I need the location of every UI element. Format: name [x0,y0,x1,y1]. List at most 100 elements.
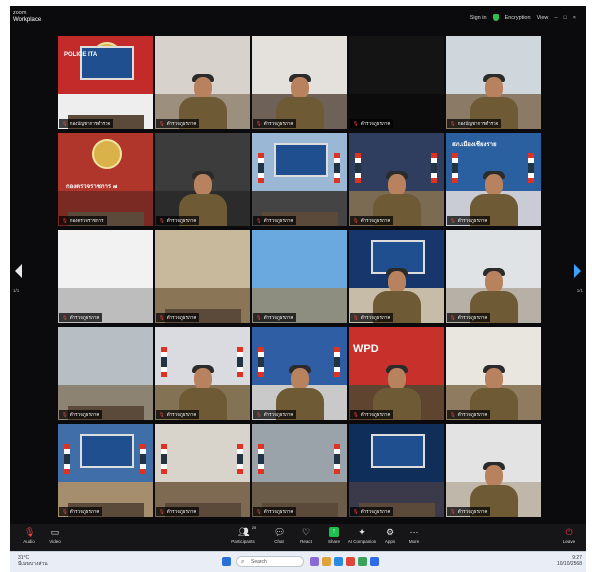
participant-video-tile[interactable]: 🎙︎ ตำรวจภูธรภาค [58,230,153,323]
close-button[interactable]: × [573,15,576,21]
share-label: Share [327,539,340,544]
participant-video-tile[interactable]: 🎙︎ ตำรวจภูธรภาค [349,230,444,323]
weather-description: มีเมฆบางส่วน [18,561,48,567]
zoom-window: zoom Workplace Sign in Encryption View –… [10,6,586,551]
participants-label: Participants [231,539,255,544]
video-camera-icon: ▭ [50,527,60,537]
encryption-label[interactable]: Encryption [505,15,531,21]
participant-name-label: 🎙︎ ตำรวจภูธรภาค [253,410,297,419]
sign-in-link[interactable]: Sign in [470,15,487,21]
participant-name: ตำรวจภูธรภาค [166,509,197,514]
participant-video-tile[interactable]: 🎙︎ ตำรวจภูธรภาค [155,424,250,517]
chat-button[interactable]: 💬︎ Chat [264,527,294,544]
audio-label: Audio [23,539,35,544]
participant-name: ตำรวจภูธรภาค [166,218,197,223]
muted-microphone-icon: 🎙︎ [159,315,165,320]
file-explorer-icon[interactable] [322,557,331,566]
encryption-shield-icon[interactable] [492,14,499,21]
participant-video-tile[interactable]: สภ.เมืองเชียงราย 🎙︎ ตำรวจภูธรภาค [446,133,541,226]
participant-video-tile[interactable]: 🎙︎ ตำรวจภูธรภาค [252,424,347,517]
task-view-icon[interactable] [310,557,319,566]
participant-name: กองตรวจราชการ [69,218,104,223]
participant-name: ตำรวจภูธรภาค [166,315,197,320]
participant-video-tile[interactable]: 🎙︎ ตำรวจภูธรภาค [155,133,250,226]
participant-video-tile[interactable]: 🎙︎ ตำรวจภูธรภาค [58,327,153,420]
muted-microphone-icon: 🎙︎ [159,412,165,417]
apps-label: Apps [384,539,396,544]
participant-name-label: 🎙︎ ตำรวจภูธรภาค [59,507,103,516]
thai-flag-icon [528,153,534,183]
more-options-icon: ⋯ [409,527,419,537]
participant-video-tile[interactable]: 🎙︎ ตำรวจภูธรภาค [349,36,444,129]
participant-video-tile[interactable]: 🎙︎ ตำรวจภูธรภาค [349,424,444,517]
leave-button[interactable]: ⏻ Leave [554,527,584,544]
participant-name: ตำรวจภูธรภาค [69,315,100,320]
participant-video-tile[interactable]: 🎙︎ กองบัญชาการตำรวจ [446,36,541,129]
participant-name-label: 🎙︎ ตำรวจภูธรภาค [447,313,491,322]
participant-video-tile[interactable]: 🎙︎ ตำรวจภูธรภาค [252,36,347,129]
muted-microphone-icon: 🎙︎ [450,218,456,223]
participant-name: ตำรวจภูธรภาค [457,218,488,223]
participant-video-tile[interactable]: 🎙︎ ตำรวจภูธรภาค [155,230,250,323]
react-button[interactable]: ♡ React [291,527,321,544]
previous-page-arrow-icon[interactable] [15,264,22,278]
leave-icon: ⏻ [565,527,573,537]
chrome-browser-icon[interactable] [346,557,355,566]
line-app-icon[interactable] [358,557,367,566]
participant-video-tile[interactable]: 🎙︎ ตำรวจภูธรภาค [446,424,541,517]
participant-video-tile[interactable]: 🎙︎ ตำรวจภูธรภาค [446,230,541,323]
participant-name-label: 🎙︎ ตำรวจภูธรภาค [350,410,394,419]
leave-label: Leave [562,539,576,544]
edge-browser-icon[interactable] [334,557,343,566]
thai-flag-icon [334,347,340,377]
video-gallery-grid: POLICE ITA 🎙︎ กองบัญชาการตำรวจ 🎙︎ ตำรวจภูธรภ… [58,36,544,518]
muted-microphone-icon: 🎙︎ [353,509,359,514]
participant-name-label: 🎙︎ ตำรวจภูธรภาค [350,216,394,225]
view-button[interactable]: View [537,15,549,21]
minimize-button[interactable]: – [554,15,557,21]
participant-name: ตำรวจภูธรภาค [263,412,294,417]
participant-video-tile[interactable]: 🎙︎ ตำรวจภูธรภาค [252,230,347,323]
wall-screen [80,434,134,468]
participant-video-tile[interactable]: 🎙︎ ตำรวจภูธรภาค [252,327,347,420]
muted-microphone-icon: 🎙︎ [353,218,359,223]
chat-label: Chat [274,539,284,544]
participant-video-tile[interactable]: 🎙︎ ตำรวจภูธรภาค [252,133,347,226]
thai-flag-icon [334,153,340,183]
muted-microphone-icon: 🎙︎ [159,121,165,126]
start-windows-icon[interactable] [222,557,231,566]
thai-flag-icon [237,444,243,474]
taskbar-search-box[interactable]: ⌕ Search [236,556,304,567]
participant-name-label: 🎙︎ ตำรวจภูธรภาค [350,119,394,128]
app-title-line2: Workplace [13,17,42,23]
participant-video-tile[interactable]: POLICE ITA 🎙︎ กองบัญชาการตำรวจ [58,36,153,129]
muted-microphone-icon: 🎙︎ [159,218,165,223]
participant-video-tile[interactable]: 🎙︎ ตำรวจภูธรภาค [58,424,153,517]
previous-page-label: 1/1 [13,288,20,293]
thai-flag-icon [258,347,264,377]
participant-video-tile[interactable]: 🎙︎ ตำรวจภูธรภาค [155,327,250,420]
maximize-button[interactable]: □ [563,15,566,21]
share-screen-icon: ↑ [329,527,339,537]
apps-icon: ⚙︎ [385,527,395,537]
muted-microphone-icon: 🎙︎ [450,509,456,514]
next-page-arrow-icon[interactable] [574,264,581,278]
participant-name-label: 🎙︎ ตำรวจภูธรภาค [156,119,200,128]
muted-microphone-icon: 🎙︎ [256,509,262,514]
thai-flag-icon [161,347,167,377]
wall-screen [274,143,328,177]
weather-widget[interactable]: 31°C มีเมฆบางส่วน [18,555,48,567]
tile-background [58,230,153,288]
app-title: zoom Workplace [13,10,41,24]
participant-name-label: 🎙︎ ตำรวจภูธรภาค [156,410,200,419]
participant-video-tile[interactable]: 🎙︎ ตำรวจภูธรภาค [446,327,541,420]
thai-flag-icon [140,444,146,474]
participant-video-tile[interactable]: กองตรวจราชการ ๗ 🎙︎ กองตรวจราชการ [58,133,153,226]
participant-video-tile[interactable]: 🎙︎ ตำรวจภูธรภาค [155,36,250,129]
system-tray[interactable]: 9:27 10/10/2568 [557,555,582,567]
participant-video-tile[interactable]: 🎙︎ ตำรวจภูธรภาค [349,133,444,226]
zoom-app-icon[interactable] [370,557,379,566]
more-button[interactable]: ⋯ More [399,527,429,544]
video-button[interactable]: ▭ Video [40,527,70,544]
participant-video-tile[interactable]: WPD 🎙︎ ตำรวจภูธรภาค [349,327,444,420]
